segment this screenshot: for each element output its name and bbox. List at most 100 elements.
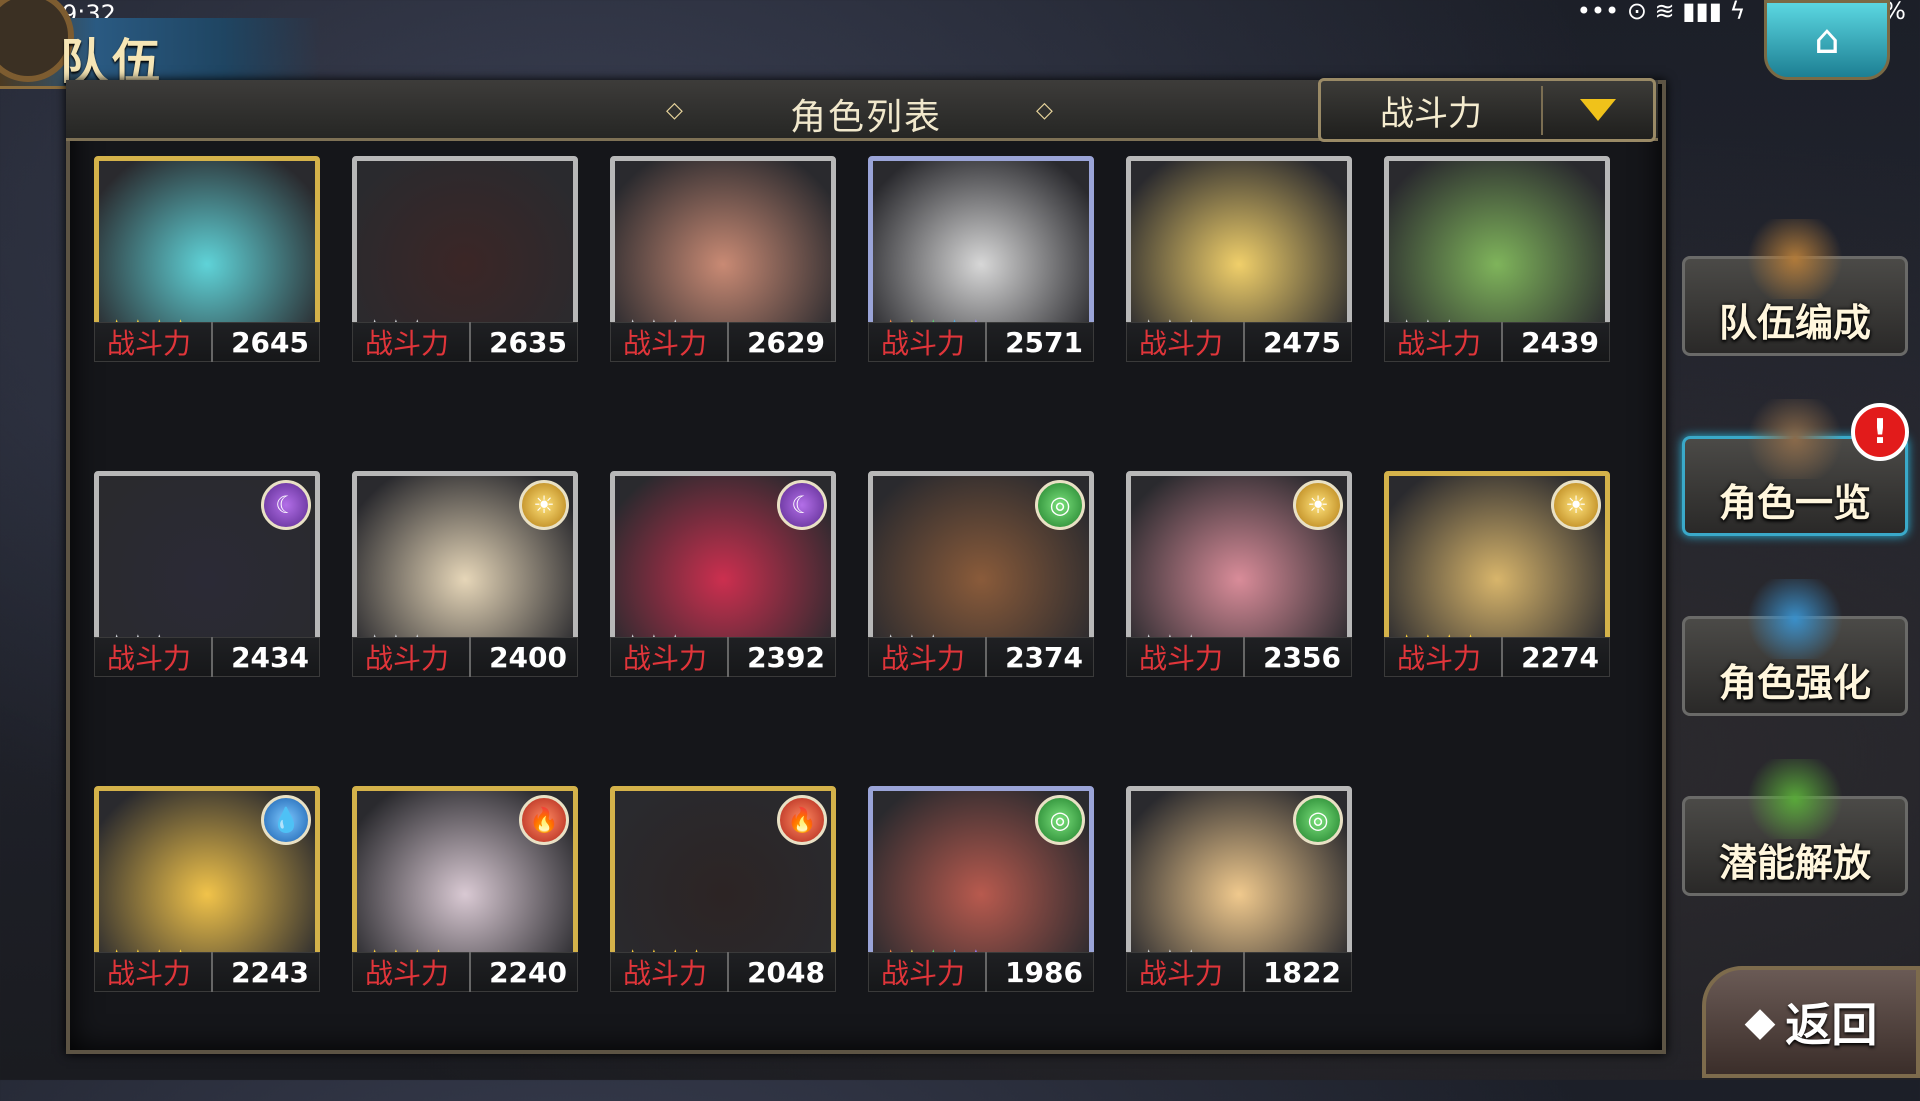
power-stat: 战斗力 2571 (868, 322, 1094, 362)
power-label: 战斗力 (353, 952, 471, 992)
power-label: 战斗力 (1385, 322, 1503, 362)
power-stat: 战斗力 2645 (94, 322, 320, 362)
character-card[interactable]: 🔥★★★★战斗力2240 (352, 786, 578, 1101)
diamond-ornament-icon: ◇ (1036, 98, 1053, 123)
alert-badge-icon: ! (1851, 403, 1909, 461)
sun-element-icon: ☀ (1293, 480, 1343, 530)
panel-title: 角色列表 (790, 97, 943, 138)
power-value: 2571 (1005, 325, 1083, 359)
power-value: 1822 (1263, 955, 1341, 989)
power-value: 2356 (1263, 640, 1341, 674)
back-label: 返回 (1785, 998, 1878, 1052)
character-card[interactable]: ★★★战斗力2629 (610, 156, 836, 471)
power-value: 2048 (747, 955, 825, 989)
sort-label: 战斗力 (1321, 85, 1543, 135)
power-label: 战斗力 (869, 637, 987, 677)
power-label: 战斗力 (353, 322, 471, 362)
fire-element-icon: 🔥 (519, 795, 569, 845)
power-label: 战斗力 (95, 322, 213, 362)
sun-element-icon: ☀ (1551, 480, 1601, 530)
wind-element-icon: ◎ (1035, 480, 1085, 530)
status-indicators: ••• ⊙ ≋ ▮▮▮ ϟ (1576, 0, 1746, 25)
power-value: 2243 (231, 955, 309, 989)
power-stat: 战斗力 2629 (610, 322, 836, 362)
power-value: 2392 (747, 640, 825, 674)
character-grid: ★★★★战斗力2645★★★战斗力2635★★★战斗力2629★★★★★战斗力2… (94, 156, 1634, 1101)
character-card[interactable]: ☀★★★战斗力2400 (352, 471, 578, 786)
power-value: 2629 (747, 325, 825, 359)
diamond-ornament-icon: ◇ (666, 98, 683, 123)
power-stat: 战斗力 2400 (352, 637, 578, 677)
power-label: 战斗力 (869, 322, 987, 362)
character-card[interactable]: ★★★★★战斗力2571 (868, 156, 1094, 471)
back-button[interactable]: ◆ 返回 (1702, 966, 1920, 1078)
back-arrow-icon: ◆ (1744, 999, 1776, 1045)
power-value: 1986 (1005, 955, 1083, 989)
power-label: 战斗力 (1127, 952, 1245, 992)
power-value: 2635 (489, 325, 567, 359)
power-label: 战斗力 (611, 322, 729, 362)
power-stat: 战斗力 2439 (1384, 322, 1610, 362)
power-stat: 战斗力 2356 (1126, 637, 1352, 677)
moon-element-icon: ☾ (261, 480, 311, 530)
side-menu-button[interactable]: 队伍编成 (1682, 219, 1908, 356)
power-stat: 战斗力 2434 (94, 637, 320, 677)
character-card[interactable]: ★★★战斗力2635 (352, 156, 578, 471)
home-button[interactable]: ⌂ (1764, 0, 1890, 80)
side-menu-label: 角色强化 (1718, 661, 1871, 705)
power-value: 2439 (1521, 325, 1599, 359)
wind-element-icon: ◎ (1293, 795, 1343, 845)
character-card[interactable]: ☀★★★战斗力2356 (1126, 471, 1352, 786)
power-stat: 战斗力 1986 (868, 952, 1094, 992)
sort-dropdown[interactable]: 战斗力 (1318, 78, 1656, 142)
power-label: 战斗力 (611, 637, 729, 677)
character-card[interactable]: ☾★★★战斗力2434 (94, 471, 320, 786)
character-card[interactable]: ★★★★战斗力2645 (94, 156, 320, 471)
moon-element-icon: ☾ (777, 480, 827, 530)
crystal-icon (1740, 579, 1850, 659)
book-icon (1740, 399, 1850, 479)
power-label: 战斗力 (611, 952, 729, 992)
character-card[interactable]: ☀★★★★战斗力2274 (1384, 471, 1610, 786)
power-label: 战斗力 (95, 637, 213, 677)
power-stat: 战斗力 2392 (610, 637, 836, 677)
side-menu-label: 角色一览 (1718, 481, 1871, 525)
power-stat: 战斗力 2374 (868, 637, 1094, 677)
chevron-down-icon (1543, 99, 1653, 121)
character-card[interactable]: ★★★战斗力2439 (1384, 156, 1610, 471)
water-element-icon: 💧 (261, 795, 311, 845)
team-icon (1740, 219, 1850, 299)
power-label: 战斗力 (95, 952, 213, 992)
fire-element-icon: 🔥 (777, 795, 827, 845)
power-value: 2434 (231, 640, 309, 674)
power-label: 战斗力 (869, 952, 987, 992)
power-stat: 战斗力 2240 (352, 952, 578, 992)
power-label: 战斗力 (353, 637, 471, 677)
power-label: 战斗力 (1385, 637, 1503, 677)
power-stat: 战斗力 2475 (1126, 322, 1352, 362)
character-card[interactable]: ◎★★★战斗力1822 (1126, 786, 1352, 1101)
side-menu-label: 潜能解放 (1718, 841, 1871, 885)
power-value: 2274 (1521, 640, 1599, 674)
power-stat: 战斗力 2243 (94, 952, 320, 992)
character-card[interactable]: 🔥★★★★战斗力2048 (610, 786, 836, 1101)
power-stat: 战斗力 2635 (352, 322, 578, 362)
character-card[interactable]: ☾★★★战斗力2392 (610, 471, 836, 786)
character-card[interactable]: 💧★★★★战斗力2243 (94, 786, 320, 1101)
power-value: 2400 (489, 640, 567, 674)
power-value: 2475 (1263, 325, 1341, 359)
wind-element-icon: ◎ (1035, 795, 1085, 845)
side-menu-button[interactable]: 角色一览! (1682, 399, 1909, 536)
power-value: 2374 (1005, 640, 1083, 674)
side-menu-button[interactable]: 角色强化 (1682, 579, 1908, 716)
power-label: 战斗力 (1127, 322, 1245, 362)
power-stat: 战斗力 1822 (1126, 952, 1352, 992)
character-card[interactable]: ◎★★★战斗力2374 (868, 471, 1094, 786)
power-label: 战斗力 (1127, 637, 1245, 677)
side-menu-label: 队伍编成 (1718, 301, 1871, 345)
character-card[interactable]: ★★★战斗力2475 (1126, 156, 1352, 471)
side-menu-button[interactable]: 潜能解放 (1682, 759, 1908, 896)
power-value: 2240 (489, 955, 567, 989)
sun-element-icon: ☀ (519, 480, 569, 530)
character-card[interactable]: ◎★★★★★战斗力1986 (868, 786, 1094, 1101)
